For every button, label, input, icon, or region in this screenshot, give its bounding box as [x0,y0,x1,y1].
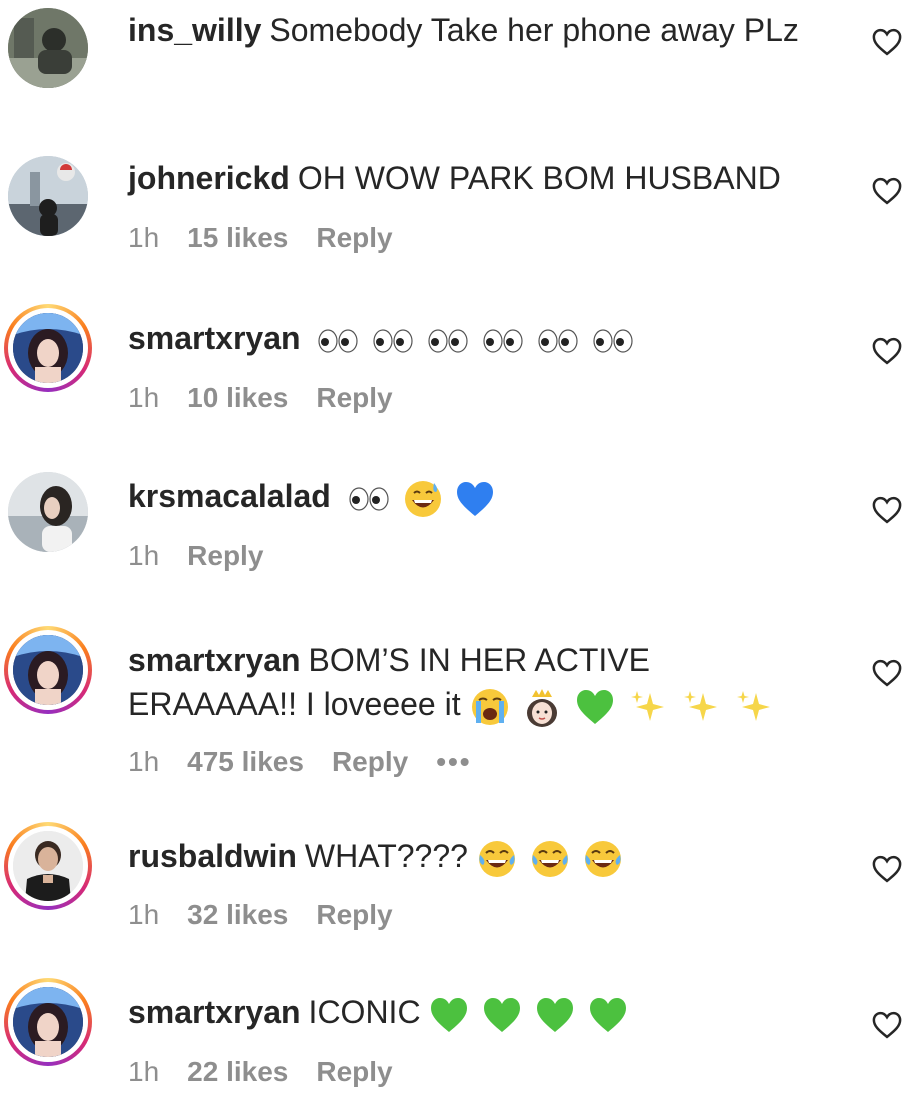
more-options-icon[interactable]: ••• [436,746,471,777]
comment-text: smartxryan BOM’S IN HER ACTIVE ERAAAAA!! … [128,638,808,727]
reply-button[interactable]: Reply [316,222,392,253]
like-heart-icon[interactable] [872,1011,902,1039]
comment-likes[interactable]: 32 likes [187,899,288,930]
reply-button[interactable]: Reply [316,899,392,930]
eyes-emoji-icon [428,328,468,353]
like-heart-icon[interactable] [872,659,902,687]
comment-meta: 1h 15 likes Reply [128,220,421,256]
tears-of-joy-emoji-icon [584,840,621,877]
green-heart-emoji-icon [537,997,574,1032]
tears-of-joy-emoji-icon [531,840,568,877]
avatar[interactable] [4,4,92,92]
reply-button[interactable]: Reply [187,540,263,571]
loudly-crying-emoji-icon [471,688,508,725]
comment-meta: 1h Reply [128,538,291,574]
comment-meta: 1h 475 likes Reply ••• [128,744,500,780]
comment-username[interactable]: smartxryan [128,320,301,356]
eyes-emoji-icon [373,328,413,353]
comment-likes[interactable]: 10 likes [187,382,288,413]
comment-time: 1h [128,382,160,413]
like-heart-icon[interactable] [872,177,902,205]
reply-button[interactable]: Reply [316,1056,392,1087]
reply-button[interactable]: Reply [316,382,392,413]
eyes-emoji-icon [349,486,389,511]
like-heart-icon[interactable] [872,496,902,524]
grinning-sweat-emoji-icon [404,480,441,517]
comment-meta: 1h 22 likes Reply [128,1054,421,1090]
comment-username[interactable]: smartxryan [128,994,301,1030]
blue-heart-emoji-icon [457,481,494,516]
comment-text: rusbaldwin WHAT???? [128,834,808,879]
comment-time: 1h [128,1056,160,1087]
comment-likes[interactable]: 475 likes [187,746,304,777]
like-heart-icon[interactable] [872,28,902,56]
eyes-emoji-icon [318,328,359,353]
comment-text: ins_willy Somebody Take her phone away PL… [128,8,808,52]
eyes-emoji-icon [483,328,523,353]
avatar[interactable] [4,978,92,1066]
comment-text: johnerickd OH WOW PARK BOM HUSBAND [128,156,808,200]
sparkles-emoji-icon [631,690,665,721]
avatar[interactable] [4,626,92,714]
comment-username[interactable]: johnerickd [128,160,290,196]
avatar[interactable] [4,152,92,240]
like-heart-icon[interactable] [872,337,902,365]
comment-body: OH WOW PARK BOM HUSBAND [297,160,781,196]
eyes-emoji-icon [593,328,633,353]
green-heart-emoji-icon [577,689,614,724]
avatar[interactable] [4,822,92,910]
comment-username[interactable]: ins_willy [128,12,261,48]
comment-time: 1h [128,540,160,571]
avatar[interactable] [4,468,92,556]
sparkles-emoji-icon [736,690,770,721]
comment-username[interactable]: krsmacalalad [128,478,331,514]
green-heart-emoji-icon [590,997,627,1032]
comment-meta: 1h 32 likes Reply [128,897,421,933]
comment-likes[interactable]: 15 likes [187,222,288,253]
comment-time: 1h [128,899,160,930]
comment-body: Somebody Take her phone away PLz [269,12,799,48]
green-heart-emoji-icon [484,997,521,1032]
sparkles-emoji-icon [684,690,718,721]
comment-username[interactable]: smartxryan [128,642,301,678]
comment-username[interactable]: rusbaldwin [128,838,297,874]
comment-likes[interactable]: 22 likes [187,1056,288,1087]
avatar[interactable] [4,304,92,392]
comment-text: krsmacalalad [128,474,808,519]
tears-of-joy-emoji-icon [478,840,515,877]
comment-body: WHAT???? [304,838,468,874]
green-heart-emoji-icon [431,997,468,1032]
comment-time: 1h [128,746,160,777]
comment-text: smartxryan [128,316,808,360]
comment-text: smartxryan ICONIC [128,990,808,1035]
eyes-emoji-icon [538,328,578,353]
princess-emoji-icon [527,688,558,727]
like-heart-icon[interactable] [872,855,902,883]
comment-meta: 1h 10 likes Reply [128,380,421,416]
comment-body: ICONIC [308,994,421,1030]
reply-button[interactable]: Reply [332,746,408,777]
comment-time: 1h [128,222,160,253]
